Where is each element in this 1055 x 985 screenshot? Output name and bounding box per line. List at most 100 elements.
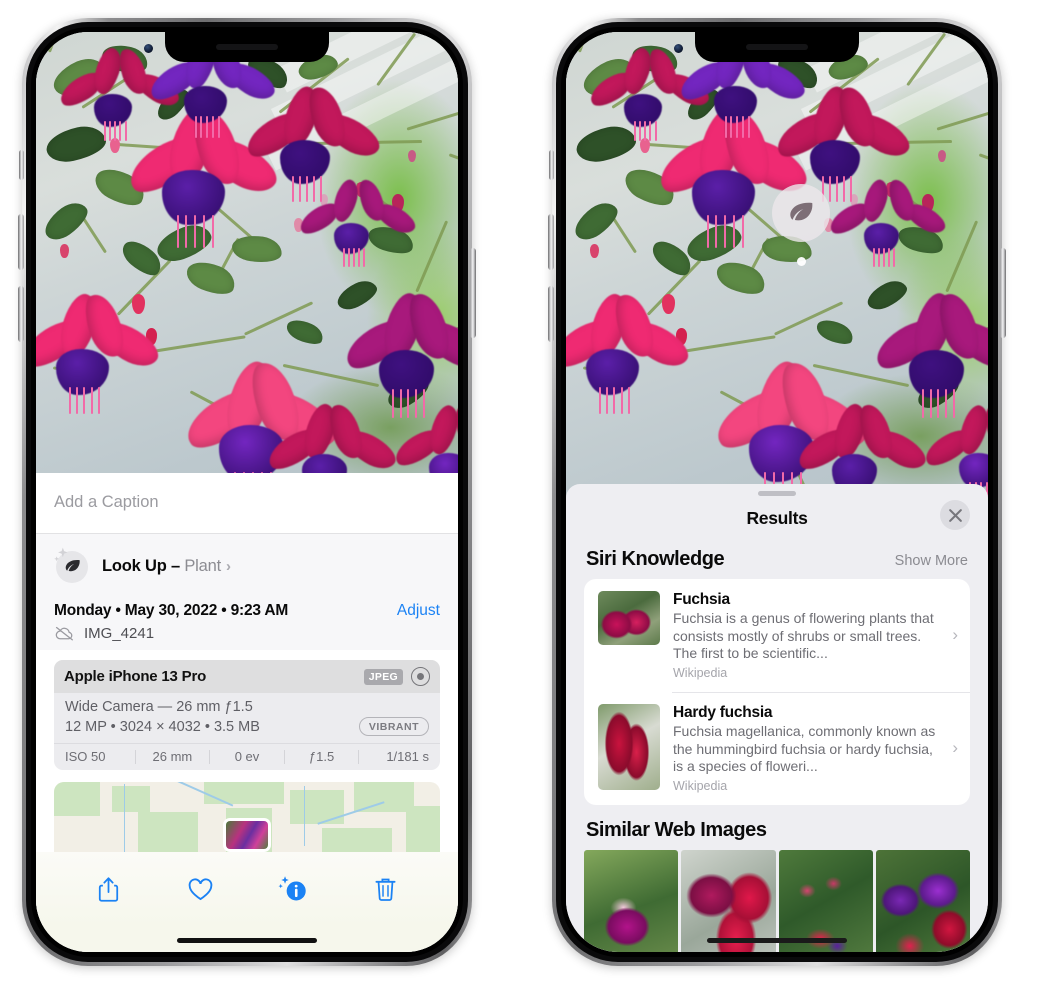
photo-detail bbox=[90, 386, 93, 414]
home-indicator[interactable] bbox=[177, 938, 317, 943]
photo-detail bbox=[892, 248, 895, 267]
photo-detail bbox=[605, 386, 608, 414]
filename-row: IMG_4241 bbox=[54, 625, 440, 642]
siri-knowledge-card: Fuchsia Fuchsia is a genus of flowering … bbox=[584, 579, 970, 805]
photo-detail bbox=[60, 244, 69, 258]
volume-down-button[interactable] bbox=[18, 286, 24, 342]
photo-detail bbox=[75, 386, 78, 414]
ring-silent-switch[interactable] bbox=[19, 150, 24, 180]
lookup-band: Look Up – Plant › bbox=[36, 533, 458, 590]
knowledge-item[interactable]: Fuchsia Fuchsia is a genus of flowering … bbox=[584, 579, 970, 692]
earpiece-speaker bbox=[216, 44, 278, 50]
photo-detail bbox=[408, 150, 416, 162]
photo-detail bbox=[176, 215, 179, 248]
front-camera-icon bbox=[674, 44, 683, 53]
photo-detail bbox=[843, 176, 845, 202]
exif-row: ISO 50 26 mm 0 ev ƒ1.5 1/181 s bbox=[54, 743, 440, 770]
photo-detail bbox=[114, 121, 116, 141]
photo-detail bbox=[662, 294, 675, 314]
trash-icon bbox=[375, 878, 396, 901]
cloud-slash-icon bbox=[55, 626, 73, 641]
photo-detail bbox=[633, 121, 636, 141]
photo-detail bbox=[313, 176, 315, 202]
share-button[interactable] bbox=[91, 872, 125, 906]
knowledge-thumbnail bbox=[598, 704, 660, 790]
sparkle-icon bbox=[54, 547, 68, 561]
specs-line: 12 MP • 3024 × 4032 • 3.5 MB bbox=[65, 718, 260, 735]
photographic-style-badge: VIBRANT bbox=[358, 717, 429, 736]
chevron-right-icon: › bbox=[952, 625, 958, 645]
map-photo-pin[interactable] bbox=[223, 818, 271, 852]
similar-web-images-header: Similar Web Images bbox=[566, 805, 988, 846]
photo-detail bbox=[706, 215, 709, 248]
caption-row[interactable]: Add a Caption bbox=[36, 472, 458, 534]
photo-viewer[interactable] bbox=[36, 32, 458, 492]
camera-card-header: Apple iPhone 13 Pro JPEG bbox=[54, 660, 440, 693]
phone-screen-left: Add a Caption Look Up – Plant › Monday •… bbox=[36, 32, 458, 952]
ring-silent-switch[interactable] bbox=[549, 150, 554, 180]
similar-web-images-title: Similar Web Images bbox=[586, 818, 767, 841]
info-button[interactable] bbox=[276, 872, 310, 906]
exif-separator bbox=[209, 749, 211, 764]
photo-detail bbox=[598, 386, 601, 414]
knowledge-item[interactable]: Hardy fuchsia Fuchsia magellanica, commo… bbox=[584, 692, 970, 805]
show-more-button[interactable]: Show More bbox=[895, 553, 968, 569]
volume-down-button[interactable] bbox=[548, 286, 554, 342]
home-indicator[interactable] bbox=[707, 938, 847, 943]
siri-knowledge-title: Siri Knowledge bbox=[586, 548, 725, 570]
location-map[interactable] bbox=[54, 782, 440, 852]
web-image-thumbnail[interactable] bbox=[875, 849, 970, 952]
photo-detail bbox=[836, 176, 838, 202]
photo-detail bbox=[877, 248, 880, 267]
photo-detail bbox=[627, 386, 630, 414]
photo-detail bbox=[392, 389, 394, 418]
aperture-icon bbox=[411, 667, 430, 686]
exif-separator bbox=[283, 749, 285, 764]
photo-detail bbox=[119, 121, 122, 141]
caption-input[interactable]: Add a Caption bbox=[54, 493, 159, 512]
lens-line: Wide Camera — 26 mm ƒ1.5 bbox=[65, 699, 253, 715]
photo-detail bbox=[124, 121, 127, 141]
info-sparkle-icon bbox=[278, 875, 306, 900]
photo-detail bbox=[945, 389, 948, 418]
knowledge-description: Fuchsia is a genus of flowering plants t… bbox=[673, 610, 934, 661]
delete-button[interactable] bbox=[369, 872, 403, 906]
photo-detail bbox=[748, 116, 751, 139]
adjust-button[interactable]: Adjust bbox=[397, 602, 440, 620]
photo-detail bbox=[887, 248, 890, 267]
photo-viewer[interactable] bbox=[566, 32, 988, 502]
photo-detail bbox=[850, 176, 852, 202]
exif-separator bbox=[358, 749, 360, 764]
photo-detail bbox=[68, 386, 71, 414]
web-image-thumbnail[interactable] bbox=[778, 849, 873, 952]
exif-separator bbox=[134, 749, 136, 764]
results-header: Results bbox=[566, 496, 988, 540]
chevron-right-icon: › bbox=[952, 738, 958, 758]
format-badge: JPEG bbox=[363, 668, 403, 685]
look-up-row[interactable]: Look Up – Plant › bbox=[54, 544, 440, 590]
camera-device-name: Apple iPhone 13 Pro bbox=[64, 668, 207, 685]
volume-up-button[interactable] bbox=[18, 214, 24, 270]
volume-up-button[interactable] bbox=[548, 214, 554, 270]
visual-look-up-badge[interactable] bbox=[772, 184, 830, 242]
photo-detail bbox=[108, 121, 111, 141]
similar-web-images-strip[interactable] bbox=[566, 849, 988, 952]
web-image-thumbnail[interactable] bbox=[681, 849, 776, 952]
photo-detail bbox=[103, 121, 106, 141]
photo-detail bbox=[829, 176, 831, 202]
exif-exposure: 0 ev bbox=[234, 749, 260, 764]
siri-knowledge-header: Siri Knowledge Show More bbox=[566, 540, 988, 579]
favorite-button[interactable] bbox=[184, 872, 218, 906]
photo-detail bbox=[132, 294, 145, 314]
web-image-thumbnail[interactable] bbox=[584, 849, 679, 952]
side-power-button[interactable] bbox=[1000, 248, 1006, 338]
photo-detail bbox=[299, 176, 301, 202]
photo-detail bbox=[724, 116, 727, 139]
close-button[interactable] bbox=[940, 500, 970, 530]
knowledge-title: Hardy fuchsia bbox=[673, 704, 773, 721]
photo-filename: IMG_4241 bbox=[84, 625, 155, 642]
photo-detail bbox=[938, 150, 946, 162]
photo-detail bbox=[613, 386, 616, 414]
side-power-button[interactable] bbox=[470, 248, 476, 338]
photo-metadata: Monday • May 30, 2022 • 9:23 AM Adjust I… bbox=[36, 590, 458, 650]
